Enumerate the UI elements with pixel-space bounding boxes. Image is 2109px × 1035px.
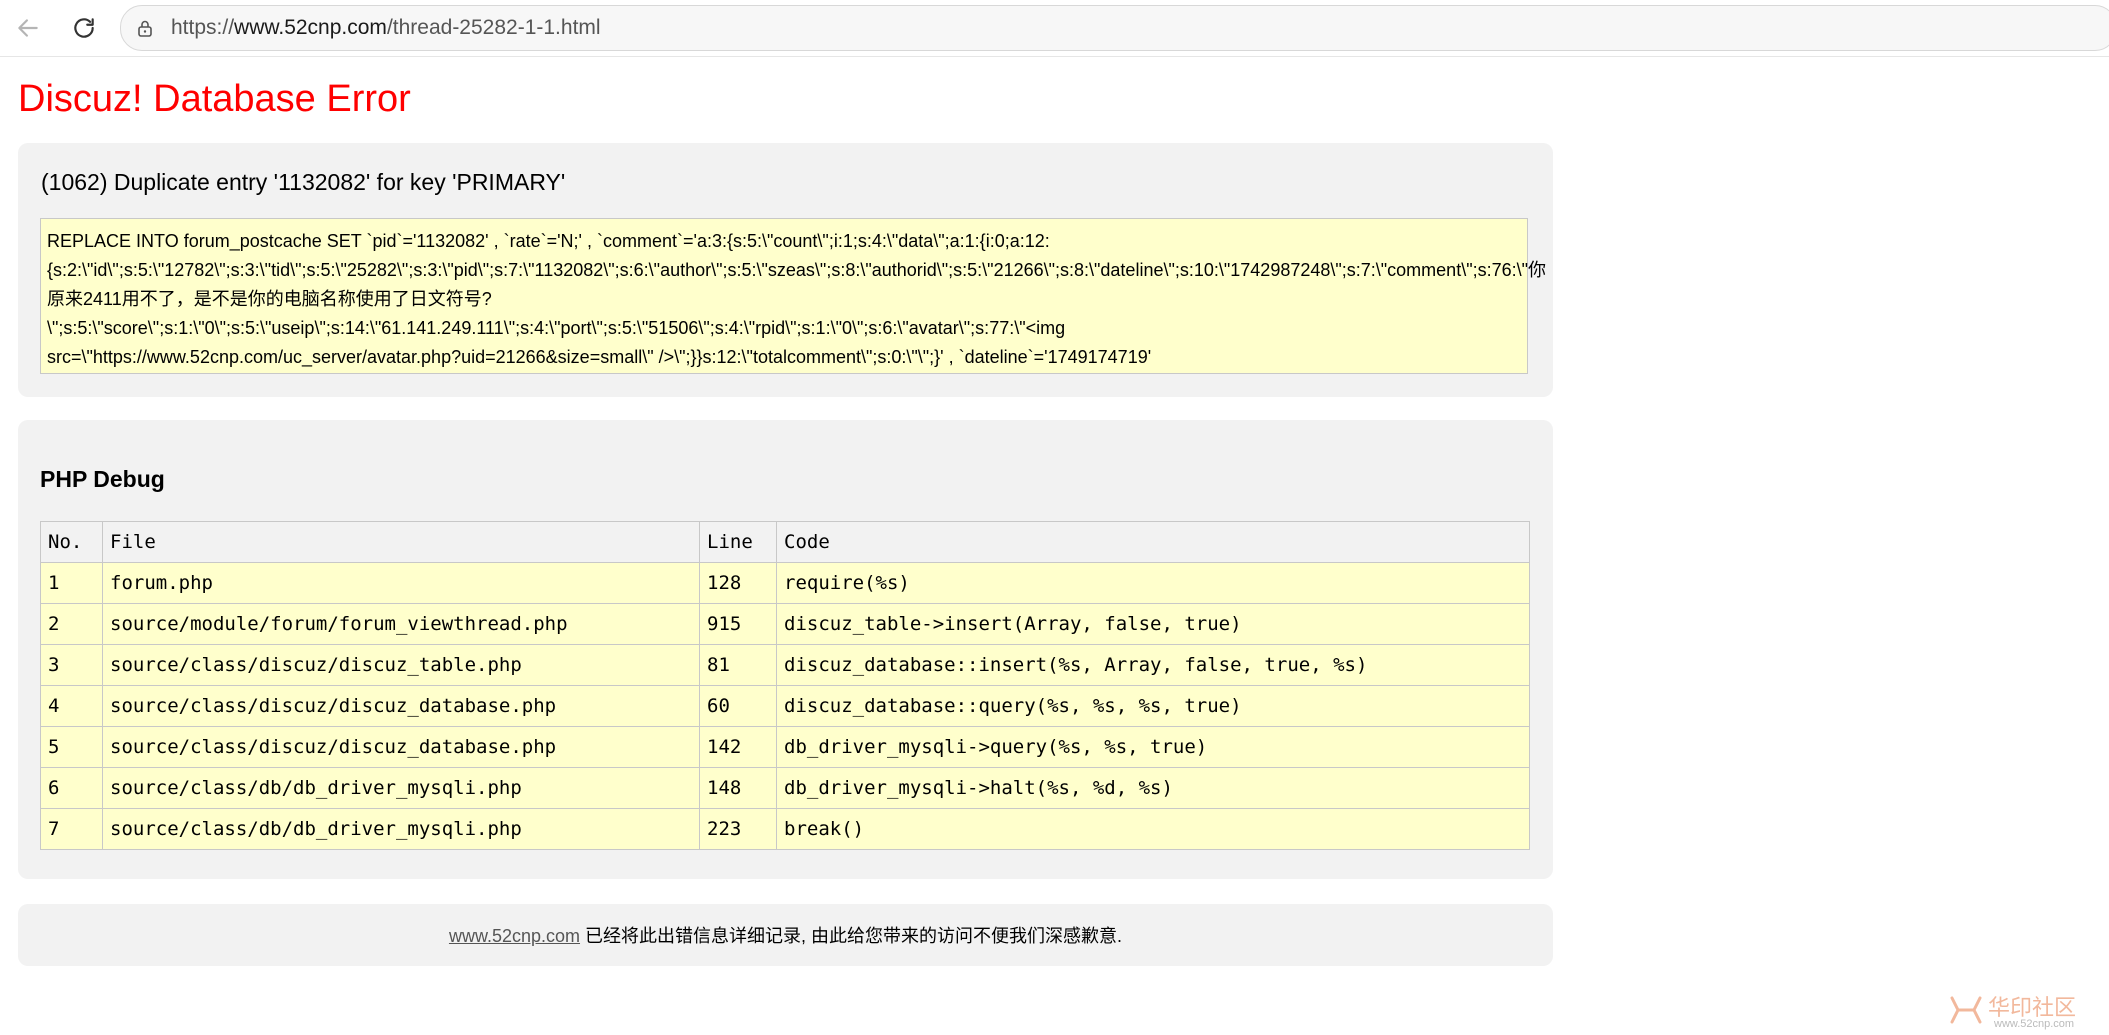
cell-code: db_driver_mysqli->halt(%s, %d, %s)	[776, 767, 1530, 809]
table-row: 4 source/class/discuz/discuz_database.ph…	[40, 685, 1530, 727]
cell-file: source/class/discuz/discuz_database.php	[102, 685, 700, 727]
cell-code: discuz_database::insert(%s, Array, false…	[776, 644, 1530, 686]
cell-file: source/class/db/db_driver_mysqli.php	[102, 767, 700, 809]
cell-line: 81	[699, 644, 777, 686]
column-header-no: No.	[40, 521, 103, 563]
footer-message: www.52cnp.com 已经将此出错信息详细记录, 由此给您带来的访问不便我…	[18, 922, 1553, 948]
footer-panel: www.52cnp.com 已经将此出错信息详细记录, 由此给您带来的访问不便我…	[18, 904, 1553, 966]
cell-line: 128	[699, 562, 777, 604]
cell-no: 2	[40, 603, 103, 645]
column-header-code: Code	[776, 521, 1530, 563]
cell-no: 6	[40, 767, 103, 809]
cell-no: 7	[40, 808, 103, 850]
table-row: 1 forum.php 128 require(%s)	[40, 562, 1530, 604]
error-message: (1062) Duplicate entry '1132082' for key…	[41, 169, 566, 195]
watermark-url: www.52cnp.com	[1994, 1018, 2075, 1030]
url-path: /thread-25282-1-1.html	[386, 16, 601, 39]
cell-no: 1	[40, 562, 103, 604]
cell-line: 915	[699, 603, 777, 645]
cell-file: source/module/forum/forum_viewthread.php	[102, 603, 700, 645]
cell-line: 148	[699, 767, 777, 809]
browser-toolbar: https://www.52cnp.com/thread-25282-1-1.h…	[0, 0, 2109, 57]
back-button[interactable]	[10, 10, 46, 46]
debug-table: No. File Line Code 1 forum.php 128 requi…	[40, 521, 1530, 850]
cell-file: source/class/discuz/discuz_database.php	[102, 726, 700, 768]
cell-line: 142	[699, 726, 777, 768]
table-row: 6 source/class/db/db_driver_mysqli.php 1…	[40, 767, 1530, 809]
sql-query-box: REPLACE INTO forum_postcache SET `pid`='…	[40, 218, 1547, 374]
cell-code: discuz_database::query(%s, %s, %s, true)	[776, 685, 1530, 727]
error-panel: (1062) Duplicate entry '1132082' for key…	[18, 143, 1553, 397]
sql-line: REPLACE INTO forum_postcache SET `pid`='…	[47, 231, 1050, 251]
back-arrow-icon	[18, 19, 38, 37]
watermark-logo: 华印社区 www.52cnp.com	[1948, 990, 2098, 1032]
cell-code: break()	[776, 808, 1530, 850]
reload-icon	[74, 18, 94, 38]
cell-code: db_driver_mysqli->query(%s, %s, true)	[776, 726, 1530, 768]
cell-file: forum.php	[102, 562, 700, 604]
debug-heading: PHP Debug	[40, 466, 165, 492]
column-header-file: File	[102, 521, 700, 563]
url-host: www.52cnp.com	[234, 16, 387, 39]
sql-line: 原来2411用不了，是不是你的电脑名称使用了日文符号?	[47, 289, 492, 309]
table-row: 5 source/class/discuz/discuz_database.ph…	[40, 726, 1530, 768]
reload-button[interactable]	[66, 10, 102, 46]
table-row: 2 source/module/forum/forum_viewthread.p…	[40, 603, 1530, 645]
page-title: Discuz! Database Error	[18, 78, 411, 120]
cell-line: 223	[699, 808, 777, 850]
cell-no: 3	[40, 644, 103, 686]
cell-no: 4	[40, 685, 103, 727]
cell-file: source/class/discuz/discuz_table.php	[102, 644, 700, 686]
url-text[interactable]: https://www.52cnp.com/thread-25282-1-1.h…	[171, 16, 601, 40]
table-header-row: No. File Line Code	[40, 521, 1530, 563]
footer-apology-text: 已经将此出错信息详细记录, 由此给您带来的访问不便我们深感歉意.	[580, 926, 1123, 946]
cell-no: 5	[40, 726, 103, 768]
site-link[interactable]: www.52cnp.com	[449, 926, 580, 946]
address-bar[interactable]: https://www.52cnp.com/thread-25282-1-1.h…	[120, 5, 2109, 51]
lock-icon[interactable]	[135, 18, 155, 38]
debug-panel: PHP Debug No. File Line Code 1 forum.php…	[18, 420, 1553, 879]
table-row: 3 source/class/discuz/discuz_table.php 8…	[40, 644, 1530, 686]
table-row: 7 source/class/db/db_driver_mysqli.php 2…	[40, 808, 1530, 850]
cell-file: source/class/db/db_driver_mysqli.php	[102, 808, 700, 850]
sql-line: src=\"https://www.52cnp.com/uc_server/av…	[47, 347, 1152, 367]
cell-code: discuz_table->insert(Array, false, true)	[776, 603, 1530, 645]
sql-line: \";s:5:\"score\";s:1:\"0\";s:5:\"useip\"…	[47, 318, 1066, 338]
column-header-line: Line	[699, 521, 777, 563]
sql-line: {s:2:\"id\";s:5:\"12782\";s:3:\"tid\";s:…	[47, 260, 1547, 280]
watermark-emblem-icon	[1950, 996, 1982, 1024]
url-scheme: https://	[171, 16, 235, 39]
cell-code: require(%s)	[776, 562, 1530, 604]
cell-line: 60	[699, 685, 777, 727]
